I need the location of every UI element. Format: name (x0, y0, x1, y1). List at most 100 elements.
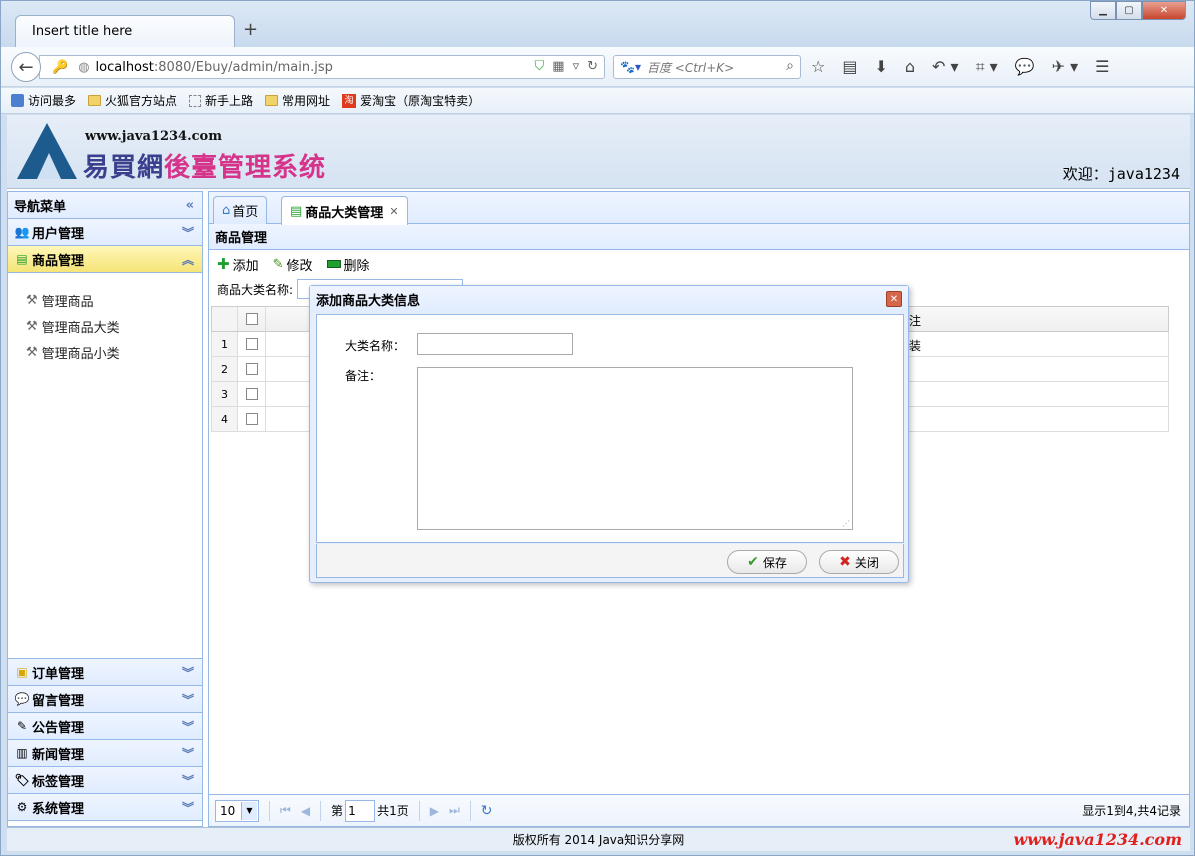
tag-icon: 🏷 (14, 773, 30, 787)
reading-list-icon[interactable]: ▤ (842, 57, 857, 77)
nav-section-orders[interactable]: ▣ 订单管理 ︾ (8, 659, 202, 686)
select-all-checkbox[interactable] (245, 313, 258, 325)
url-bar[interactable]: 🔑 ◍ localhost:8080/Ebuy/admin/main.jsp ⛉… (39, 55, 605, 79)
bookmark-getting-started[interactable]: 新手上路 (189, 92, 253, 109)
qr-code-icon[interactable]: ▦ (552, 59, 564, 74)
bookmark-star-icon[interactable]: ☆ (811, 57, 825, 77)
delete-icon (326, 260, 341, 268)
nav-section-comments[interactable]: 💬 留言管理 ︾ (8, 686, 202, 713)
expand-icon[interactable]: ︾ (182, 799, 194, 816)
tab-home[interactable]: ⌂ 首页 (213, 196, 268, 224)
nav-section-system[interactable]: ⚙ 系统管理 ︾ (8, 794, 202, 821)
expand-icon[interactable]: ︾ (182, 745, 194, 762)
add-label: 添加 (232, 258, 259, 274)
dialog-title: 添加商品大类信息 (316, 294, 421, 309)
nav-panel: 导航菜单 « 👥 用户管理 ︾ ▤ 商品管理 ︽ ⚒ 管理商品 ⚒ 管理商品大类 ⚒… (7, 191, 203, 827)
collapse-left-icon[interactable]: « (186, 198, 194, 213)
search-placeholder: 百度 <Ctrl+K> (646, 60, 735, 75)
bookmark-most-visited[interactable]: 访问最多 (11, 92, 76, 109)
save-label: 保存 (762, 555, 787, 570)
folder-icon (265, 95, 279, 106)
nav-section-tags[interactable]: 🏷 标签管理 ︾ (8, 767, 202, 794)
collapse-icon[interactable]: ︽ (182, 251, 194, 268)
new-tab-button[interactable]: + (243, 19, 258, 40)
taobao-icon: 淘 (342, 93, 357, 108)
crop-icon[interactable]: ⌗ ▾ (976, 57, 998, 77)
list-icon: ▤ (16, 252, 28, 266)
reload-icon[interactable]: ↻ (587, 59, 598, 74)
minimize-button[interactable]: ▁ (1090, 1, 1116, 20)
undo-icon[interactable]: ↶ ▾ (932, 57, 959, 77)
baidu-icon[interactable]: 🐾▾ (620, 60, 641, 74)
bookmark-label: 新手上路 (205, 94, 254, 108)
gear-icon: ⚙ (16, 800, 28, 814)
delete-button[interactable]: 删除 (326, 255, 370, 274)
pager-separator (418, 800, 420, 821)
home-icon[interactable]: ⌂ (905, 57, 915, 77)
page-size-select[interactable]: 10 ▼ (215, 799, 259, 822)
nav-section-products[interactable]: ▤ 商品管理 ︽ (8, 246, 202, 273)
nav-item-label: 管理商品小类 (41, 346, 120, 362)
category-name-field[interactable] (417, 333, 573, 355)
nav-item-manage-products[interactable]: ⚒ 管理商品 (8, 287, 202, 313)
last-page-icon[interactable]: ⏭ (449, 803, 460, 818)
expand-icon[interactable]: ︾ (182, 772, 194, 789)
bookmark-firefox-site[interactable]: 火狐官方站点 (88, 92, 177, 109)
row-checkbox[interactable] (245, 338, 258, 350)
expand-icon[interactable]: ︾ (182, 691, 194, 708)
remark-cell: 装 (909, 339, 922, 353)
extension-icon[interactable]: ✈ ▾ (1052, 57, 1079, 77)
browser-tab-title: Insert title here (32, 24, 133, 39)
close-window-button[interactable]: ✕ (1142, 1, 1186, 20)
refresh-icon[interactable]: ↻ (481, 803, 493, 819)
search-icon[interactable]: ⌕ (786, 58, 794, 74)
tab-big-category-management[interactable]: ▤ 商品大类管理 ✕ (281, 196, 408, 225)
nav-section-users[interactable]: 👥 用户管理 ︾ (8, 219, 202, 246)
dropdown-icon[interactable]: ▿ (573, 59, 580, 74)
site-url: www.java1234.com (85, 129, 222, 144)
row-number: 4 (212, 407, 238, 431)
tab-close-icon[interactable]: ✕ (389, 205, 398, 218)
close-icon[interactable]: ✕ (886, 291, 902, 307)
row-checkbox[interactable] (245, 363, 258, 375)
chat-icon[interactable]: 💬 (1015, 57, 1035, 77)
download-icon[interactable]: ⬇ (874, 57, 887, 77)
menu-icon[interactable]: ☰ (1095, 57, 1109, 77)
search-bar[interactable]: 🐾▾ 百度 <Ctrl+K> ⌕ (613, 55, 801, 79)
expand-icon[interactable]: ︾ (182, 664, 194, 681)
add-button[interactable]: ✚ 添加 (217, 255, 259, 274)
nav-section-notices[interactable]: ✎ 公告管理 ︾ (8, 713, 202, 740)
nav-item-manage-small-categories[interactable]: ⚒ 管理商品小类 (8, 339, 202, 365)
page-size-value: 10 (220, 803, 236, 818)
bookmark-label: 火狐官方站点 (105, 94, 178, 108)
remark-textarea[interactable]: ⋰ (417, 367, 853, 530)
nav-section-label: 留言管理 (32, 693, 85, 709)
bookmark-common-sites[interactable]: 常用网址 (265, 92, 330, 109)
resize-grip-icon[interactable]: ⋰ (842, 519, 850, 528)
browser-tab[interactable]: Insert title here (15, 15, 235, 47)
nav-section-news[interactable]: ▥ 新闻管理 ︾ (8, 740, 202, 767)
row-checkbox[interactable] (245, 388, 258, 400)
edit-button[interactable]: ✎ 修改 (273, 255, 313, 274)
nav-section-label: 订单管理 (32, 666, 85, 682)
nav-section-label: 系统管理 (32, 801, 85, 817)
category-name-label: 大类名称： (345, 339, 406, 353)
expand-icon[interactable]: ︾ (182, 224, 194, 241)
row-checkbox[interactable] (245, 413, 258, 425)
page-number-input[interactable]: 1 (345, 799, 376, 822)
dialog-body: 大类名称： 备注： ⋰ (316, 314, 904, 543)
next-page-icon[interactable]: ▶ (430, 804, 439, 818)
save-button[interactable]: ✔ 保存 (727, 550, 807, 574)
back-button[interactable]: ← (11, 52, 41, 82)
welcome-text: 欢迎：java1234 (1062, 165, 1180, 183)
close-button[interactable]: ✖ 关闭 (819, 550, 899, 574)
news-icon: ▥ (16, 746, 28, 760)
expand-icon[interactable]: ︾ (182, 718, 194, 735)
maximize-button[interactable]: ▢ (1116, 1, 1142, 20)
prev-page-icon[interactable]: ◀ (301, 804, 310, 818)
chevron-down-icon: ▼ (241, 801, 257, 820)
bookmark-taobao[interactable]: 淘爱淘宝（原淘宝特卖） (342, 92, 480, 109)
nav-item-manage-big-categories[interactable]: ⚒ 管理商品大类 (8, 313, 202, 339)
first-page-icon[interactable]: ⏮ (280, 803, 291, 818)
shield-icon[interactable]: ⛉ (535, 59, 545, 74)
